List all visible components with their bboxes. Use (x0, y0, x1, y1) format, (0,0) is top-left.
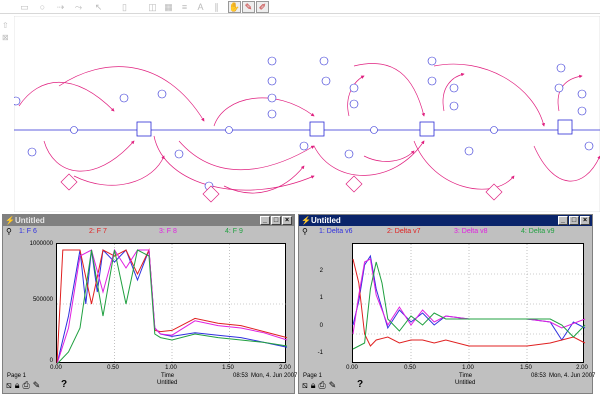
text-icon[interactable]: A (194, 1, 207, 13)
plot-area[interactable] (352, 243, 586, 364)
page-flip-icon[interactable]: ⧅ (6, 380, 12, 391)
legend-entry: 3: Delta v8 (454, 228, 488, 235)
close-button[interactable]: × (580, 216, 590, 225)
graph-title-bar[interactable]: ⚡ Untitled _ □ × (299, 215, 592, 226)
y-tick: 2 (319, 268, 323, 274)
toolbar: ▭ ○ ⇢ ⤳ ↖ ▯ ◫ ▦ ≡ A ∥ ✋ ✎ ✐ (0, 0, 600, 14)
maximize-button[interactable]: □ (569, 216, 579, 225)
x-tick: 0.50 (404, 365, 416, 371)
pointer-icon[interactable]: ↖ (92, 1, 105, 13)
time-stamp: 08:53 (531, 373, 547, 379)
line-chart (56, 244, 288, 365)
y-tick: 1000000 (29, 241, 53, 247)
legend-entry: 4: Delta v9 (521, 228, 555, 235)
x-tick: 0.00 (346, 365, 358, 371)
graph-tools: ⧅ 🔒︎ ⎙ ✎ (6, 380, 40, 391)
table-icon[interactable]: ▦ (162, 1, 175, 13)
minimize-button[interactable]: _ (558, 216, 568, 225)
legend-entry: 4: F 9 (225, 228, 243, 235)
circle-icon[interactable]: ○ (36, 1, 49, 13)
lightning-icon: ⚡ (301, 216, 311, 225)
document-icon[interactable]: ▯ (118, 1, 131, 13)
line-chart (352, 244, 586, 364)
graph-icon[interactable]: ◫ (146, 1, 159, 13)
magic-wand-icon[interactable]: ✎ (242, 1, 255, 13)
graph-window-f[interactable]: ⚡ Untitled _ □ × ⚲ 1: F 6 2: F 7 3: F 8 … (2, 214, 298, 394)
series-line-2 (352, 258, 586, 347)
graph-title: Untitled (311, 216, 341, 225)
legend: 1: Delta v6 2: Delta v7 3: Delta v8 4: D… (299, 227, 592, 237)
print-icon[interactable]: ⎙ (319, 380, 326, 391)
model-diagram[interactable] (14, 16, 600, 212)
x-tick: 0.00 (50, 365, 62, 371)
x-tick: 1.00 (462, 365, 474, 371)
help-icon[interactable]: ? (61, 379, 67, 390)
graph-tools: ⧅ 🔒︎ ⎙ ✎ (302, 380, 336, 391)
close-button[interactable]: × (282, 216, 292, 225)
print-icon[interactable]: ⎙ (23, 380, 30, 391)
x-axis-label: Time (459, 373, 473, 379)
y-tick: 0 (319, 323, 323, 329)
lightning-icon: ⚡ (5, 216, 15, 225)
legend-entry: 2: F 7 (89, 228, 107, 235)
x-tick: 0.50 (107, 365, 119, 371)
graph-subtitle: Untitled (157, 380, 178, 386)
legend-entry: 1: F 6 (19, 228, 37, 235)
x-tick: 1.50 (520, 365, 532, 371)
graph-title-bar[interactable]: ⚡ Untitled _ □ × (3, 215, 294, 226)
date-stamp: Mon, 4. Jun 2007 (251, 373, 298, 379)
page-label: Page 1 (303, 373, 323, 379)
side-palette: ⇧ ⊠ (2, 20, 12, 56)
close-small-icon[interactable]: ⊠ (2, 32, 12, 44)
plot-area[interactable] (56, 243, 288, 365)
arrow-icon[interactable]: ⇢ (54, 1, 67, 13)
date-stamp: Mon, 4. Jun 2007 (549, 373, 596, 379)
x-tick: 2.00 (279, 365, 291, 371)
x-axis-label: Time (161, 373, 175, 379)
legend-entry: 3: F 8 (159, 228, 177, 235)
x-tick: 1.50 (222, 365, 234, 371)
graph-window-delta[interactable]: ⚡ Untitled _ □ × ⚲ 1: Delta v6 2: Delta … (298, 214, 596, 394)
lock-icon[interactable]: 🔒︎ (15, 380, 20, 391)
list-icon[interactable]: ≡ (178, 1, 191, 13)
help-icon[interactable]: ? (357, 379, 363, 390)
y-tick: 0 (49, 358, 53, 364)
graph-subtitle: Untitled (455, 380, 476, 386)
pin-tool-icon[interactable]: ✎ (329, 380, 337, 391)
hand-icon[interactable]: ✋ (228, 1, 241, 13)
page-label: Page 1 (7, 373, 27, 379)
legend: 1: F 6 2: F 7 3: F 8 4: F 9 (3, 227, 294, 237)
arrow-up-icon[interactable]: ⇧ (2, 20, 12, 32)
graph-title: Untitled (15, 216, 45, 225)
lock-icon[interactable]: 🔒︎ (311, 380, 316, 391)
minimize-button[interactable]: _ (260, 216, 270, 225)
maximize-button[interactable]: □ (271, 216, 281, 225)
legend-entry: 2: Delta v7 (387, 228, 421, 235)
pin-tool-icon[interactable]: ✎ (33, 380, 41, 391)
y-tick: -1 (317, 350, 323, 356)
page-flip-icon[interactable]: ⧅ (302, 380, 308, 391)
series-line-4 (352, 261, 586, 350)
y-tick: 500000 (32, 297, 53, 303)
dynamite-icon[interactable]: ∥ (210, 1, 223, 13)
x-tick: 2.00 (576, 365, 588, 371)
time-stamp: 08:53 (233, 373, 249, 379)
diagram-border (14, 16, 600, 212)
connector-icon[interactable]: ⤳ (72, 1, 85, 13)
x-tick: 1.00 (165, 365, 177, 371)
paintbrush-icon[interactable]: ✐ (256, 1, 269, 13)
rectangle-icon[interactable]: ▭ (18, 1, 31, 13)
y-tick: 1 (319, 295, 323, 301)
legend-entry: 1: Delta v6 (319, 228, 353, 235)
